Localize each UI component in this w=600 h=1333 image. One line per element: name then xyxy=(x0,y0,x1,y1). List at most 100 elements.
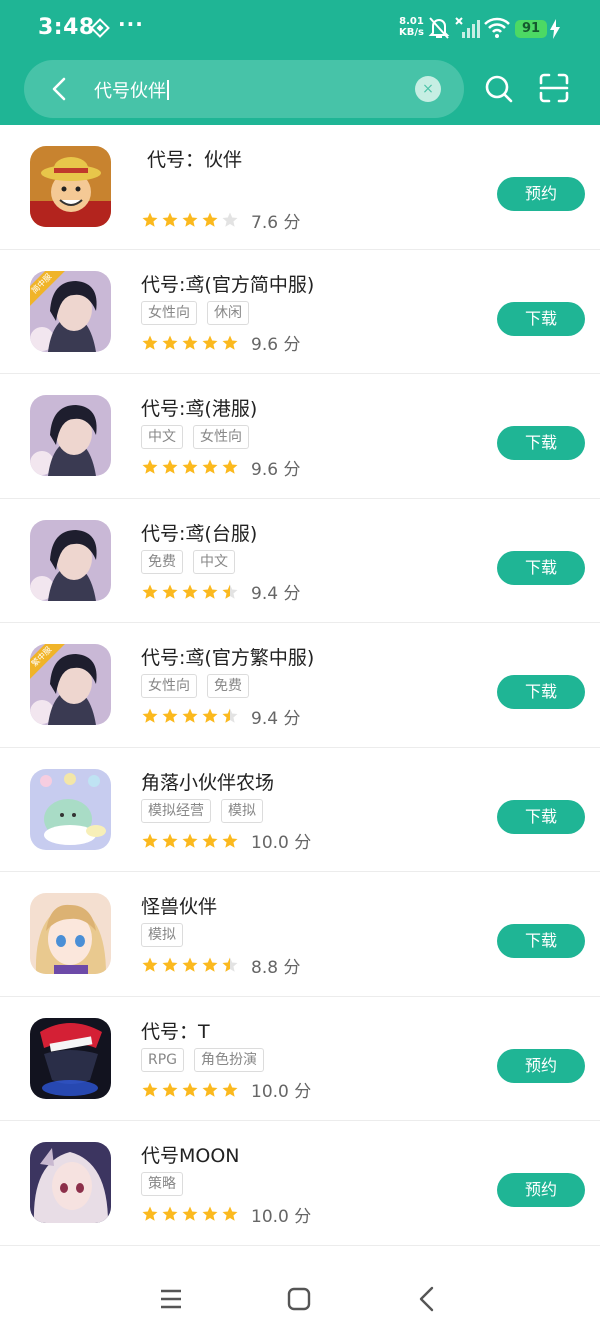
star-icon xyxy=(142,584,158,599)
app-tag: 女性向 xyxy=(141,300,197,325)
rating-stars xyxy=(141,211,239,229)
rating-score: 10.0 分 xyxy=(251,833,312,853)
list-item[interactable]: 简中服 代号:鸢(官方简中服) 女性向 休闲 9.6 分 下载 xyxy=(0,250,600,374)
yuan-icon[interactable] xyxy=(30,395,111,476)
rating-stars xyxy=(141,334,239,352)
app-name[interactable]: 代号:鸢(港服) xyxy=(141,394,257,421)
download-button[interactable]: 下载 xyxy=(497,550,585,585)
home-icon[interactable] xyxy=(287,1287,311,1315)
star-icon xyxy=(222,957,238,972)
app-rating: 8.8 分 xyxy=(141,954,300,978)
app-tags: 免费 中文 xyxy=(141,549,235,574)
star-icon xyxy=(202,584,218,599)
star-icon xyxy=(222,335,238,350)
rating-score: 9.6 分 xyxy=(251,335,301,355)
menu-icon[interactable] xyxy=(159,1288,183,1314)
star-icon xyxy=(202,335,218,350)
moon-girl-icon[interactable] xyxy=(30,1142,111,1223)
search-box[interactable]: 代号伙伴 × xyxy=(24,60,464,118)
app-tags: 女性向 休闲 xyxy=(141,300,249,325)
rating-score: 9.6 分 xyxy=(251,459,301,480)
rating-stars xyxy=(141,458,239,476)
app-tag: 中文 xyxy=(193,549,235,574)
star-icon xyxy=(182,1206,198,1221)
download-button[interactable]: 下载 xyxy=(497,301,585,336)
header-bar: 3:48 ··· 8.01 KB/s 91 代号伙伴 × xyxy=(0,0,600,125)
clear-search-button[interactable]: × xyxy=(415,76,441,102)
download-button[interactable]: 下载 xyxy=(497,675,585,709)
star-icon xyxy=(182,459,198,474)
app-name[interactable]: 代号：T xyxy=(141,1017,210,1044)
download-button[interactable]: 下载 xyxy=(497,924,585,958)
text-caret xyxy=(167,80,169,100)
star-icon xyxy=(202,708,218,723)
app-name[interactable]: 代号:鸢(台服) xyxy=(141,519,257,546)
app-name[interactable]: 代号：伙伴 xyxy=(147,145,242,172)
rating-score: 10.0 分 xyxy=(251,1082,312,1102)
star-icon xyxy=(162,833,178,848)
robot-icon[interactable] xyxy=(30,1017,111,1099)
anime-girl-icon[interactable] xyxy=(30,893,111,974)
star-icon xyxy=(222,459,238,474)
app-name[interactable]: 代号:鸢(官方简中服) xyxy=(141,270,314,297)
list-item[interactable]: 怪兽伙伴 模拟 8.8 分 下载 xyxy=(0,872,600,997)
yuan-icon[interactable]: 繁中服 xyxy=(30,644,111,725)
app-name[interactable]: 角落小伙伴农场 xyxy=(141,768,274,795)
reserve-button[interactable]: 预约 xyxy=(497,177,585,211)
battery-level: 91 xyxy=(515,20,547,38)
star-icon xyxy=(182,212,198,227)
app-tag: 角色扮演 xyxy=(194,1047,265,1072)
star-icon xyxy=(182,708,198,723)
yuan-icon[interactable] xyxy=(30,519,111,601)
charging-bolt-icon xyxy=(550,19,560,43)
luffy-icon[interactable] xyxy=(30,146,111,227)
star-icon xyxy=(222,833,238,848)
download-button[interactable]: 下载 xyxy=(497,426,585,460)
star-icon xyxy=(142,212,158,227)
system-navigation-bar xyxy=(0,1262,600,1333)
diamond-icon xyxy=(90,18,110,42)
rating-score: 9.4 分 xyxy=(251,708,301,729)
app-tag: 模拟 xyxy=(221,798,263,823)
status-time: 3:48 xyxy=(38,15,95,40)
app-tag: 免费 xyxy=(207,674,249,698)
star-icon xyxy=(202,212,218,227)
app-rating: 9.4 分 xyxy=(141,705,301,729)
nav-back-icon[interactable] xyxy=(417,1286,437,1316)
star-icon xyxy=(222,1082,238,1097)
search-icon[interactable] xyxy=(484,74,514,108)
app-name[interactable]: 代号:鸢(官方繁中服) xyxy=(141,643,314,670)
back-arrow-icon[interactable] xyxy=(46,75,74,103)
star-icon xyxy=(182,957,198,972)
list-item[interactable]: 繁中服 代号:鸢(官方繁中服) 女性向 免费 9.4 分 下载 xyxy=(0,623,600,748)
net-speed-value: 8.01 xyxy=(399,16,424,27)
search-input[interactable]: 代号伙伴 xyxy=(94,77,169,103)
app-tag: 女性向 xyxy=(141,674,197,698)
star-icon xyxy=(182,584,198,599)
star-icon xyxy=(202,1206,218,1221)
list-item[interactable]: 代号MOON 策略 10.0 分 预约 xyxy=(0,1121,600,1246)
star-icon xyxy=(182,335,198,350)
yuan-icon[interactable]: 简中服 xyxy=(30,270,111,352)
list-item[interactable]: 代号:鸢(台服) 免费 中文 9.4 分 下载 xyxy=(0,499,600,623)
star-icon xyxy=(142,459,158,474)
app-name[interactable]: 代号MOON xyxy=(141,1141,240,1168)
list-item[interactable]: 代号:鸢(港服) 中文 女性向 9.6 分 下载 xyxy=(0,374,600,499)
scan-icon[interactable] xyxy=(538,72,570,108)
network-speed: 8.01 KB/s xyxy=(399,16,424,38)
reserve-button[interactable]: 预约 xyxy=(497,1173,585,1207)
rating-score: 9.4 分 xyxy=(251,584,301,604)
star-icon xyxy=(222,584,238,599)
download-button[interactable]: 下载 xyxy=(497,799,585,834)
list-item[interactable]: 代号：伙伴 7.6 分 预约 xyxy=(0,125,600,250)
sumikko-icon[interactable] xyxy=(30,768,111,850)
app-name[interactable]: 怪兽伙伴 xyxy=(141,892,217,919)
list-item[interactable]: 代号：T RPG 角色扮演 10.0 分 预约 xyxy=(0,997,600,1121)
list-item[interactable]: 角落小伙伴农场 模拟经营 模拟 10.0 分 下载 xyxy=(0,748,600,872)
reserve-button[interactable]: 预约 xyxy=(497,1048,585,1083)
star-icon xyxy=(142,708,158,723)
app-tag: 模拟经营 xyxy=(141,798,211,823)
more-notifications: ··· xyxy=(118,12,144,36)
star-icon xyxy=(162,459,178,474)
mute-bell-icon xyxy=(428,16,450,44)
